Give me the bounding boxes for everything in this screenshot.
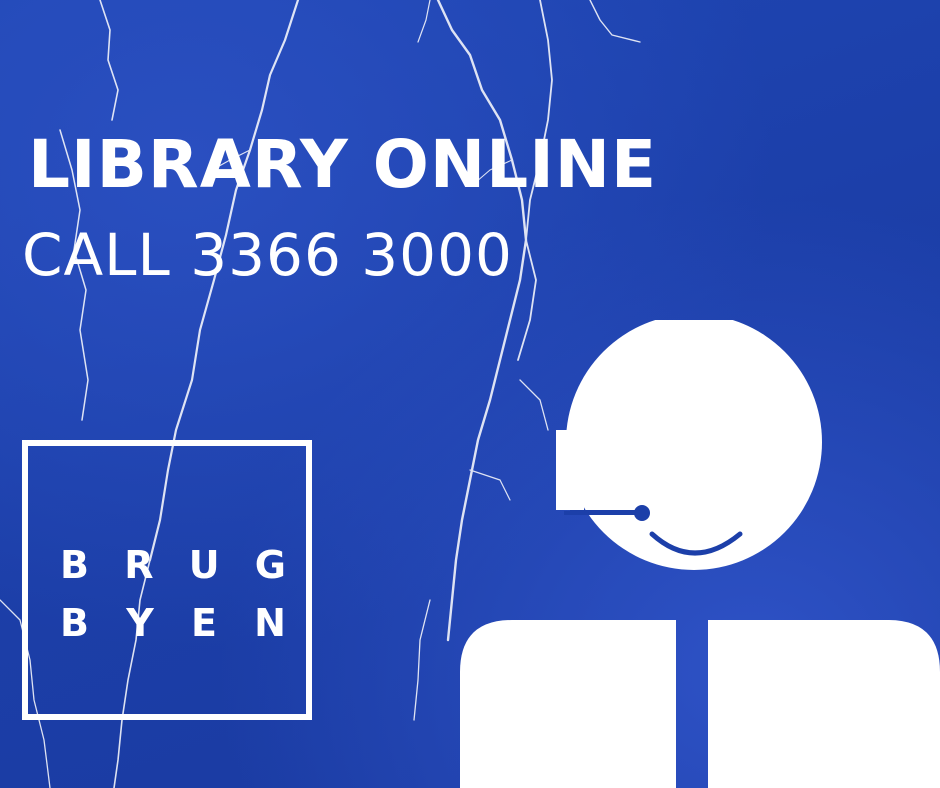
logo-letter: R — [124, 543, 154, 587]
logo-letter: E — [190, 601, 217, 645]
head — [566, 320, 822, 570]
body-right — [708, 620, 940, 788]
headline: LIBRARY ONLINE — [28, 126, 658, 203]
logo-letter: N — [254, 601, 286, 645]
logo-letter: Y — [126, 601, 154, 645]
body-left — [460, 620, 676, 788]
phone-number-line: CALL 3366 3000 — [22, 221, 513, 289]
person-with-headset-icon — [460, 320, 940, 788]
logo-letter: B — [60, 601, 89, 645]
logo-line-2: B Y E N — [60, 604, 286, 642]
logo-line-1: B R U G — [60, 546, 286, 584]
microphone — [634, 505, 650, 521]
logo-letter: U — [188, 543, 220, 587]
library-poster: LIBRARY ONLINE CALL 3366 3000 B R U G B … — [0, 0, 940, 788]
brug-byen-logo: B R U G B Y E N — [22, 440, 312, 720]
logo-letter: G — [254, 543, 286, 587]
logo-letter: B — [60, 543, 89, 587]
